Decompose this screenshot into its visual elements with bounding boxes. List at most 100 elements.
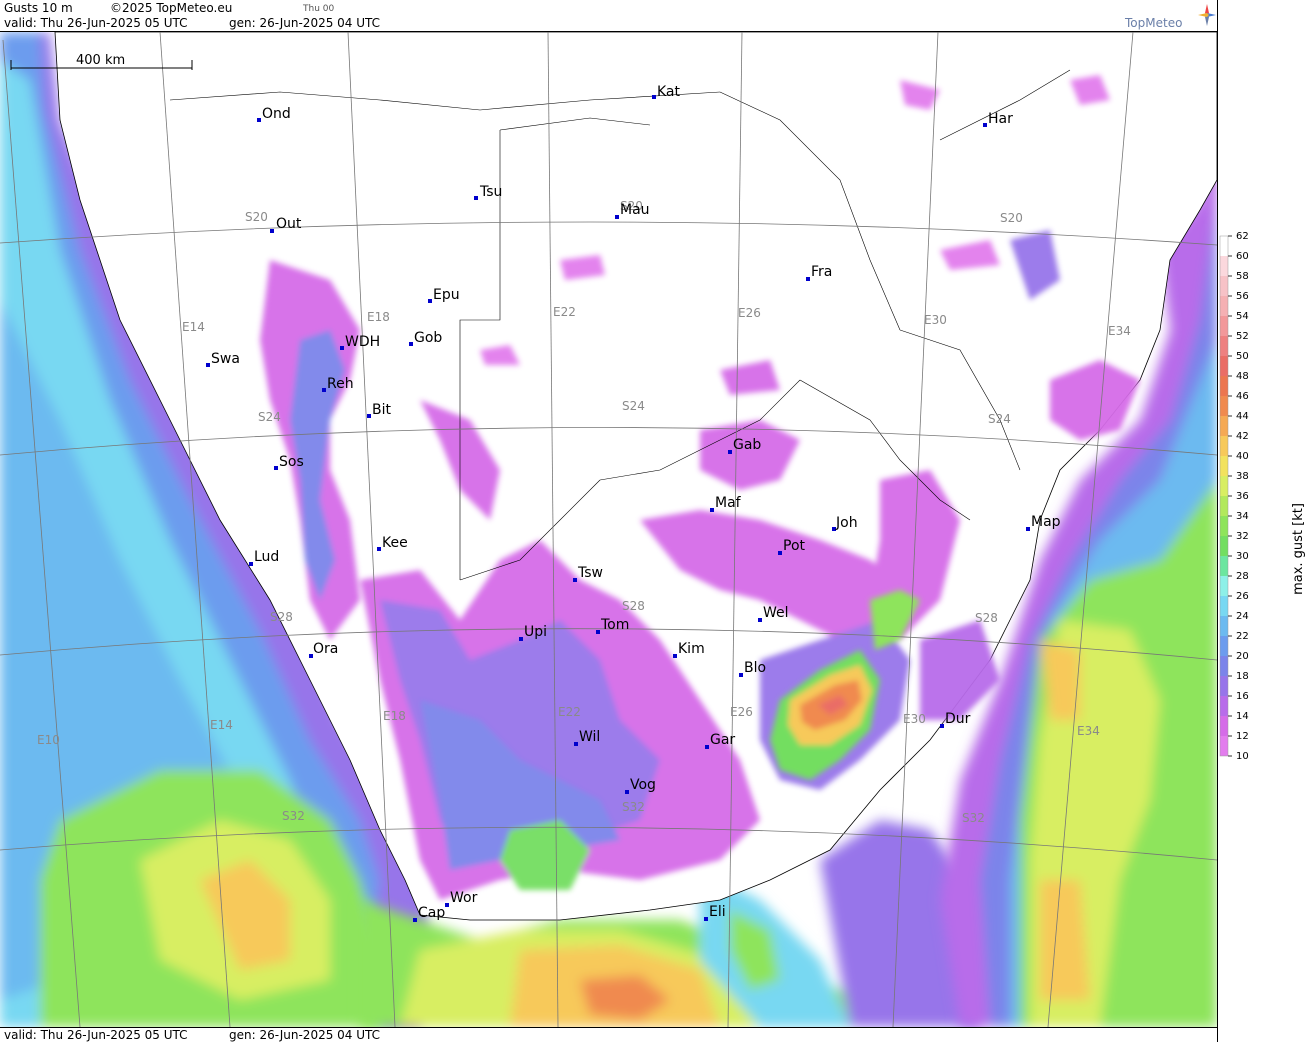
city-label: Lud xyxy=(254,549,279,565)
legend-tick-label: 22 xyxy=(1236,631,1249,642)
grid-label: E22 xyxy=(553,305,576,319)
city-marker[interactable]: Joh xyxy=(832,515,858,531)
city-marker[interactable]: Sos xyxy=(274,454,304,470)
city-marker[interactable]: Map xyxy=(1026,514,1061,531)
legend-swatch xyxy=(1220,596,1228,616)
grid-label: S20 xyxy=(1000,211,1023,225)
city-label: Tsu xyxy=(479,184,502,200)
legend-canvas: 62 60 58 56 54 52 50 48 46 44 42 40 38 36 34 32 30 28 26 24… xyxy=(1219,231,1306,762)
city-marker[interactable]: Tom xyxy=(596,617,629,634)
legend-swatch xyxy=(1220,516,1228,536)
legend-tick-label: 58 xyxy=(1236,271,1249,282)
legend-tick-label: 48 xyxy=(1236,371,1249,382)
city-label: Dur xyxy=(945,711,971,727)
grid-label: S28 xyxy=(270,610,293,624)
city-marker[interactable]: Ond xyxy=(257,106,291,122)
legend-tick-label: 40 xyxy=(1236,451,1249,462)
city-marker[interactable]: Lud xyxy=(249,549,279,566)
copyright-text: ©2025 TopMeteo.eu xyxy=(110,1,233,15)
city-label: Joh xyxy=(835,515,858,531)
city-marker[interactable]: Epu xyxy=(428,287,460,303)
city-marker[interactable]: Gob xyxy=(409,330,442,346)
city-label: Tsw xyxy=(577,565,603,581)
footer-valid-time: valid: Thu 26-Jun-2025 05 UTC xyxy=(4,1028,188,1042)
legend-swatch xyxy=(1220,576,1228,596)
city-marker[interactable]: Reh xyxy=(322,376,354,392)
grid-label: E14 xyxy=(210,718,233,732)
legend-swatch xyxy=(1220,656,1228,676)
legend-tick-label: 56 xyxy=(1236,291,1249,302)
city-marker[interactable]: Mau xyxy=(615,202,650,219)
city-label: Kat xyxy=(657,84,681,100)
grid-label: E26 xyxy=(738,306,761,320)
city-label: Gob xyxy=(414,330,442,346)
scale-bar-label: 400 km xyxy=(76,53,125,68)
city-marker[interactable]: Kee xyxy=(377,535,408,551)
city-label: WDH xyxy=(345,334,380,350)
grid-label: S24 xyxy=(258,410,281,424)
city-label: Tom xyxy=(600,617,629,633)
city-label: Blo xyxy=(744,660,766,676)
city-label: Cap xyxy=(418,905,445,921)
legend-swatch xyxy=(1220,236,1228,256)
city-marker[interactable]: Maf xyxy=(710,495,742,512)
gust-map[interactable]: S20 S20 S20 S24 S24 S24 S28 S28 S28 S32 … xyxy=(0,32,1217,1027)
map-footer: valid: Thu 26-Jun-2025 05 UTC gen: 26-Ju… xyxy=(0,1027,1217,1042)
city-marker[interactable]: Dur xyxy=(940,711,971,728)
legend-tick-label: 18 xyxy=(1236,671,1249,682)
run-label: Thu 00 xyxy=(303,4,335,14)
legend-swatch xyxy=(1220,456,1228,476)
city-label: Vog xyxy=(630,777,656,793)
valid-time: valid: Thu 26-Jun-2025 05 UTC xyxy=(4,16,188,30)
city-label: Swa xyxy=(211,351,240,367)
city-marker[interactable]: Wel xyxy=(758,605,789,622)
city-marker[interactable]: Kim xyxy=(673,641,705,658)
compass-logo-icon xyxy=(1198,4,1216,26)
city-label: Reh xyxy=(327,376,354,392)
city-label: Wil xyxy=(579,729,600,745)
legend-tick-label: 10 xyxy=(1236,751,1249,762)
grid-label: S32 xyxy=(962,811,985,825)
legend-swatch xyxy=(1220,296,1228,316)
city-marker[interactable]: Gar xyxy=(705,732,735,749)
city-marker[interactable]: Pot xyxy=(778,538,806,555)
city-marker[interactable]: Upi xyxy=(519,624,547,641)
grid-label: E18 xyxy=(383,709,406,723)
legend-tick-label: 42 xyxy=(1236,431,1249,442)
city-marker[interactable]: Kat xyxy=(652,84,681,100)
city-marker[interactable]: Vog xyxy=(625,777,656,794)
generated-time: gen: 26-Jun-2025 04 UTC xyxy=(229,16,381,30)
grid-label: E10 xyxy=(37,733,60,747)
grid-label: S24 xyxy=(988,412,1011,426)
grid-label: S32 xyxy=(622,800,645,814)
legend-tick-label: 14 xyxy=(1236,711,1249,722)
map-header: Gusts 10 m ©2025 TopMeteo.eu Thu 00 vali… xyxy=(0,0,1217,32)
legend-swatch xyxy=(1220,716,1228,736)
legend-tick-label: 46 xyxy=(1236,391,1249,402)
city-label: Maf xyxy=(715,495,742,511)
city-marker[interactable]: Wor xyxy=(445,890,478,907)
legend-swatch xyxy=(1220,736,1228,756)
city-marker[interactable]: Har xyxy=(983,111,1013,127)
city-marker[interactable]: Blo xyxy=(739,660,766,677)
legend-ticks: 62 60 58 56 54 52 50 48 46 44 42 40 38 36 34 32 30 28 26 24… xyxy=(1228,231,1249,762)
legend-swatch xyxy=(1220,256,1228,276)
city-marker[interactable]: Cap xyxy=(413,905,445,922)
brand-name: TopMeteo xyxy=(1125,16,1183,30)
city-marker[interactable]: Gab xyxy=(728,437,761,454)
legend-swatch xyxy=(1220,316,1228,336)
city-label: Out xyxy=(276,216,302,232)
city-label: Upi xyxy=(524,624,547,640)
legend-color-bar xyxy=(1219,235,1229,757)
legend-swatch xyxy=(1220,696,1228,716)
city-marker[interactable]: Swa xyxy=(206,351,240,367)
city-marker[interactable]: WDH xyxy=(340,334,380,350)
legend-swatch xyxy=(1220,676,1228,696)
grid-label: E30 xyxy=(903,712,926,726)
city-marker[interactable]: Ora xyxy=(309,641,338,658)
legend-swatch xyxy=(1220,276,1228,296)
legend-tick-label: 38 xyxy=(1236,471,1249,482)
city-marker[interactable]: Tsw xyxy=(573,565,603,582)
city-label: Kim xyxy=(678,641,705,657)
grid-label: E22 xyxy=(558,705,581,719)
